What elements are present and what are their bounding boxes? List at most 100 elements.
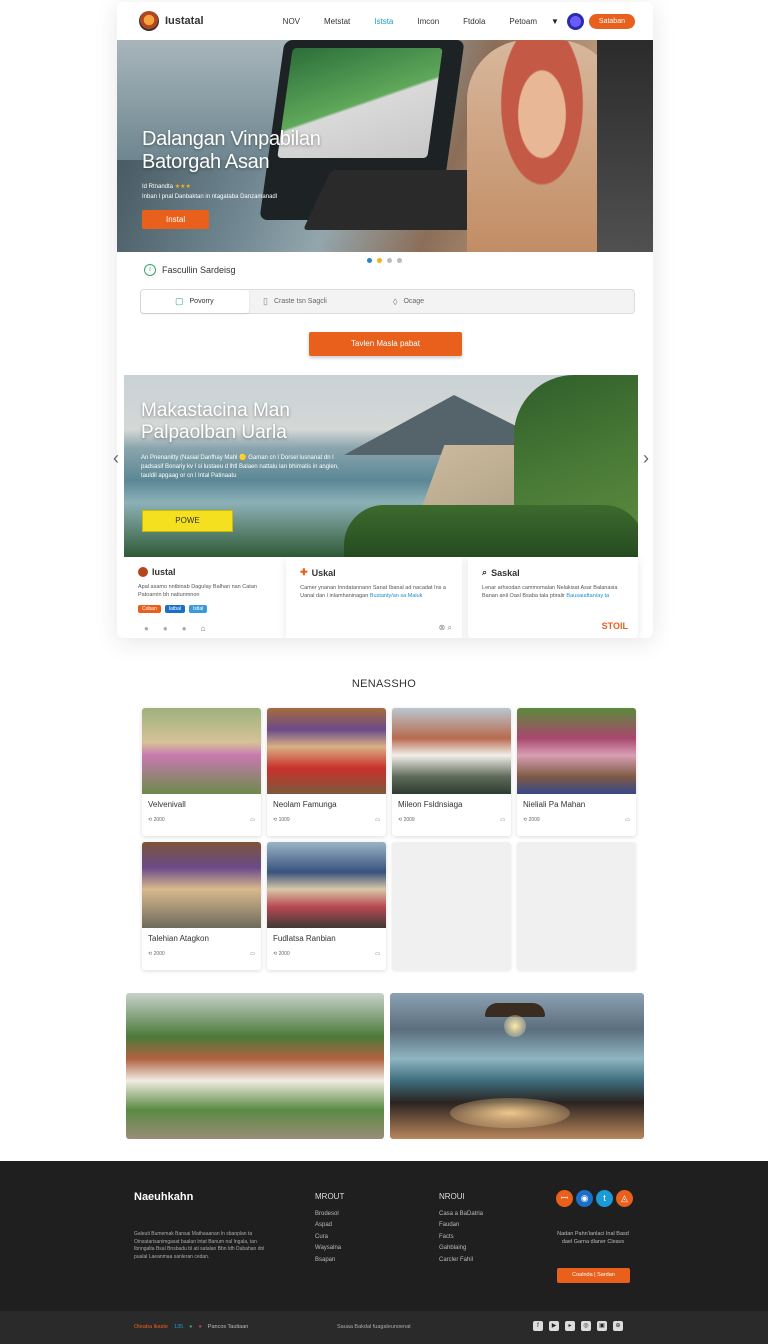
image-icon[interactable]: ▭ [500,817,505,823]
footer-link[interactable]: Carcler Fahil [439,1255,483,1267]
dot-icon[interactable]: ● [144,624,149,633]
nav-item-petoam[interactable]: Petoam [509,17,537,26]
brand-name: Iustatal [165,15,204,27]
notification-icon[interactable]: ⌂ [201,624,206,633]
feature-card-title-text: Saskal [491,567,520,578]
seaside-dinner-photo [390,993,644,1139]
feature-card-link[interactable]: Bausaudtan/ay ta [566,593,609,599]
play-icon[interactable]: ▸ [565,1321,575,1331]
plus-icon: ✚ [300,567,308,577]
carousel-dot-2[interactable] [377,258,382,263]
chevron-left-icon[interactable]: ‹ [113,448,119,469]
footer-link[interactable]: Waysalna [315,1243,344,1255]
image-icon[interactable]: ▣ [597,1321,607,1331]
hero-person-image [467,40,617,252]
footer-link[interactable]: Gahblaing [439,1243,483,1255]
footer-link[interactable]: Bsapan [315,1255,344,1267]
tag-badge[interactable]: Coban [138,605,161,613]
carousel-dot-1[interactable] [367,258,372,263]
feature-card-1[interactable]: Iustal Apal asamo nntbinab Dagulay Balha… [124,557,287,638]
tab-craste[interactable]: ▯ Craste tsn Sagcli [249,290,379,313]
image-icon[interactable]: ▭ [375,951,380,957]
gallery-card[interactable]: Nieliali Pa Mahan ⟲ 2009 ▭ [517,708,636,836]
nav-item-imcon[interactable]: Imcon [417,17,439,26]
chevron-right-icon[interactable]: › [643,448,649,469]
search-cta-button[interactable]: Tavlen Masla pabat [309,332,462,356]
feature-card-2[interactable]: ✚ Uskal Camer ynanan Inndatannann Sanat I… [286,557,463,638]
footer-link[interactable]: Brodesol [315,1209,344,1221]
profile-circle-icon[interactable] [566,12,584,30]
tag-badge[interactable]: Iatbal [164,605,185,613]
footer-about: Galeuti Bumemak Bansai Mathaaanan ln sba… [134,1231,265,1260]
hero-text-block: Dalangan Vinpabilan Batorgah Asan Id Rtn… [142,128,321,229]
hero-meta-rating-label: Id Rtnandta [142,184,174,190]
footer-brand: Naeuhkahn [134,1191,194,1203]
feature-card-link[interactable]: Bustanty/an sa Maluk [370,593,423,599]
bottom-bar-left: Oteaba lkaste 135 ● ● Pancos Tautiaan [134,1324,248,1330]
feature-card-3[interactable]: ⌕ Saskal Lenar arhsodan cammomalan Nelaki… [468,557,638,638]
banner-palm-trees [344,505,638,557]
footer-link[interactable]: Faudan [439,1220,483,1232]
footer-link[interactable]: Cura [315,1232,344,1244]
chevron-down-icon[interactable]: ▼ [551,17,559,26]
hero-meta-description: Inban l pnal Danbaktan in ntagataba Danz… [142,194,278,200]
dot-icon[interactable]: ● [163,624,168,633]
gallery-card-meta: ⟲ 2000 ▭ [148,951,255,957]
image-icon[interactable]: ▭ [625,817,630,823]
carousel-dots [367,258,402,263]
feature-card-actions: ● ● ● ⌂ [144,624,205,633]
dot-icon: ● [189,1324,193,1330]
main-card: Iustatal NOV Metstat Iststa Imcon Ftdola… [117,2,653,638]
gallery-card[interactable]: Velvenivall ⟲ 2000 ▭ [142,708,261,836]
gallery-card[interactable]: Fudlatsa Ranbian ⟲ 2000 ▭ [267,842,386,970]
globe-icon[interactable]: ⊕ [613,1321,623,1331]
dot-icon: ● [198,1324,202,1330]
footer-link[interactable]: Aspad [315,1220,344,1232]
instagram-icon[interactable]: ◎ [581,1321,591,1331]
footer-link[interactable]: Casa a BaDatria [439,1209,483,1221]
image-icon[interactable]: ▭ [375,817,380,823]
destination-banner: Makastacina Man Palpaolban Uarla An Pnen… [124,375,638,557]
gallery-card[interactable]: Talehian Atagkon ⟲ 2000 ▭ [142,842,261,970]
gallery-placeholder [392,842,511,970]
image-icon[interactable]: ▭ [250,817,255,823]
search-icon: ⌕ [482,567,488,577]
dot-icon[interactable]: ● [182,624,187,633]
gallery-card[interactable]: Mileon Fsldnsiaga ⟲ 2009 ▭ [392,708,511,836]
feature-card-cta[interactable]: STOIL [602,621,628,631]
tab-povorry[interactable]: ▢ Povorry [141,290,249,313]
image-icon[interactable]: ▭ [250,951,255,957]
tab-ocage[interactable]: ◊ Ocage [379,290,509,313]
brand-logo[interactable]: Iustatal [139,11,204,31]
facebook-icon[interactable]: ꟷ [556,1190,573,1207]
banner-title-line-1: Makastacina Man [141,400,290,421]
footer-contact-button[interactable]: Coalnda | Sardan [557,1268,630,1283]
tag-icon: ◊ [393,296,398,307]
footer-link[interactable]: Facts [439,1232,483,1244]
facebook-icon[interactable]: f [533,1321,543,1331]
search-icon[interactable]: ⊗ ⌕ [439,623,452,633]
youtube-icon[interactable]: ▶ [549,1321,559,1331]
twitter-icon[interactable]: t [596,1190,613,1207]
gallery-card[interactable]: Neolam Famunga ⟲ 1009 ▭ [267,708,386,836]
bottom-bar-link[interactable]: Pancos Tautiaan [208,1324,249,1330]
nav-item-nov[interactable]: NOV [283,17,300,26]
tag-badge[interactable]: Istlal [188,605,208,613]
youtube-icon[interactable]: ◬ [616,1190,633,1207]
header-cta-button[interactable]: Sataban [588,13,635,29]
footer-column-title: NROUI [439,1192,465,1201]
carousel-dot-4[interactable] [397,258,402,263]
gallery-card-title: Nieliali Pa Mahan [523,800,586,809]
instagram-icon[interactable]: ◉ [576,1190,593,1207]
nav-item-metstat[interactable]: Metstat [324,17,350,26]
hero-install-button[interactable]: Instal [142,210,210,229]
gallery-image [142,842,261,928]
feature-card-tags: Coban Iatbal Istlal [138,605,272,613]
nav-item-iststa[interactable]: Iststa [374,17,393,26]
banner-button[interactable]: POWE [142,510,233,532]
star-rating-icon: ★★★ [174,184,191,190]
bottom-bar: Oteaba lkaste 135 ● ● Pancos Tautiaan Sa… [0,1311,768,1344]
carousel-dot-3[interactable] [387,258,392,263]
nav-item-ftdola[interactable]: Ftdola [463,17,485,26]
gallery-image [267,708,386,794]
